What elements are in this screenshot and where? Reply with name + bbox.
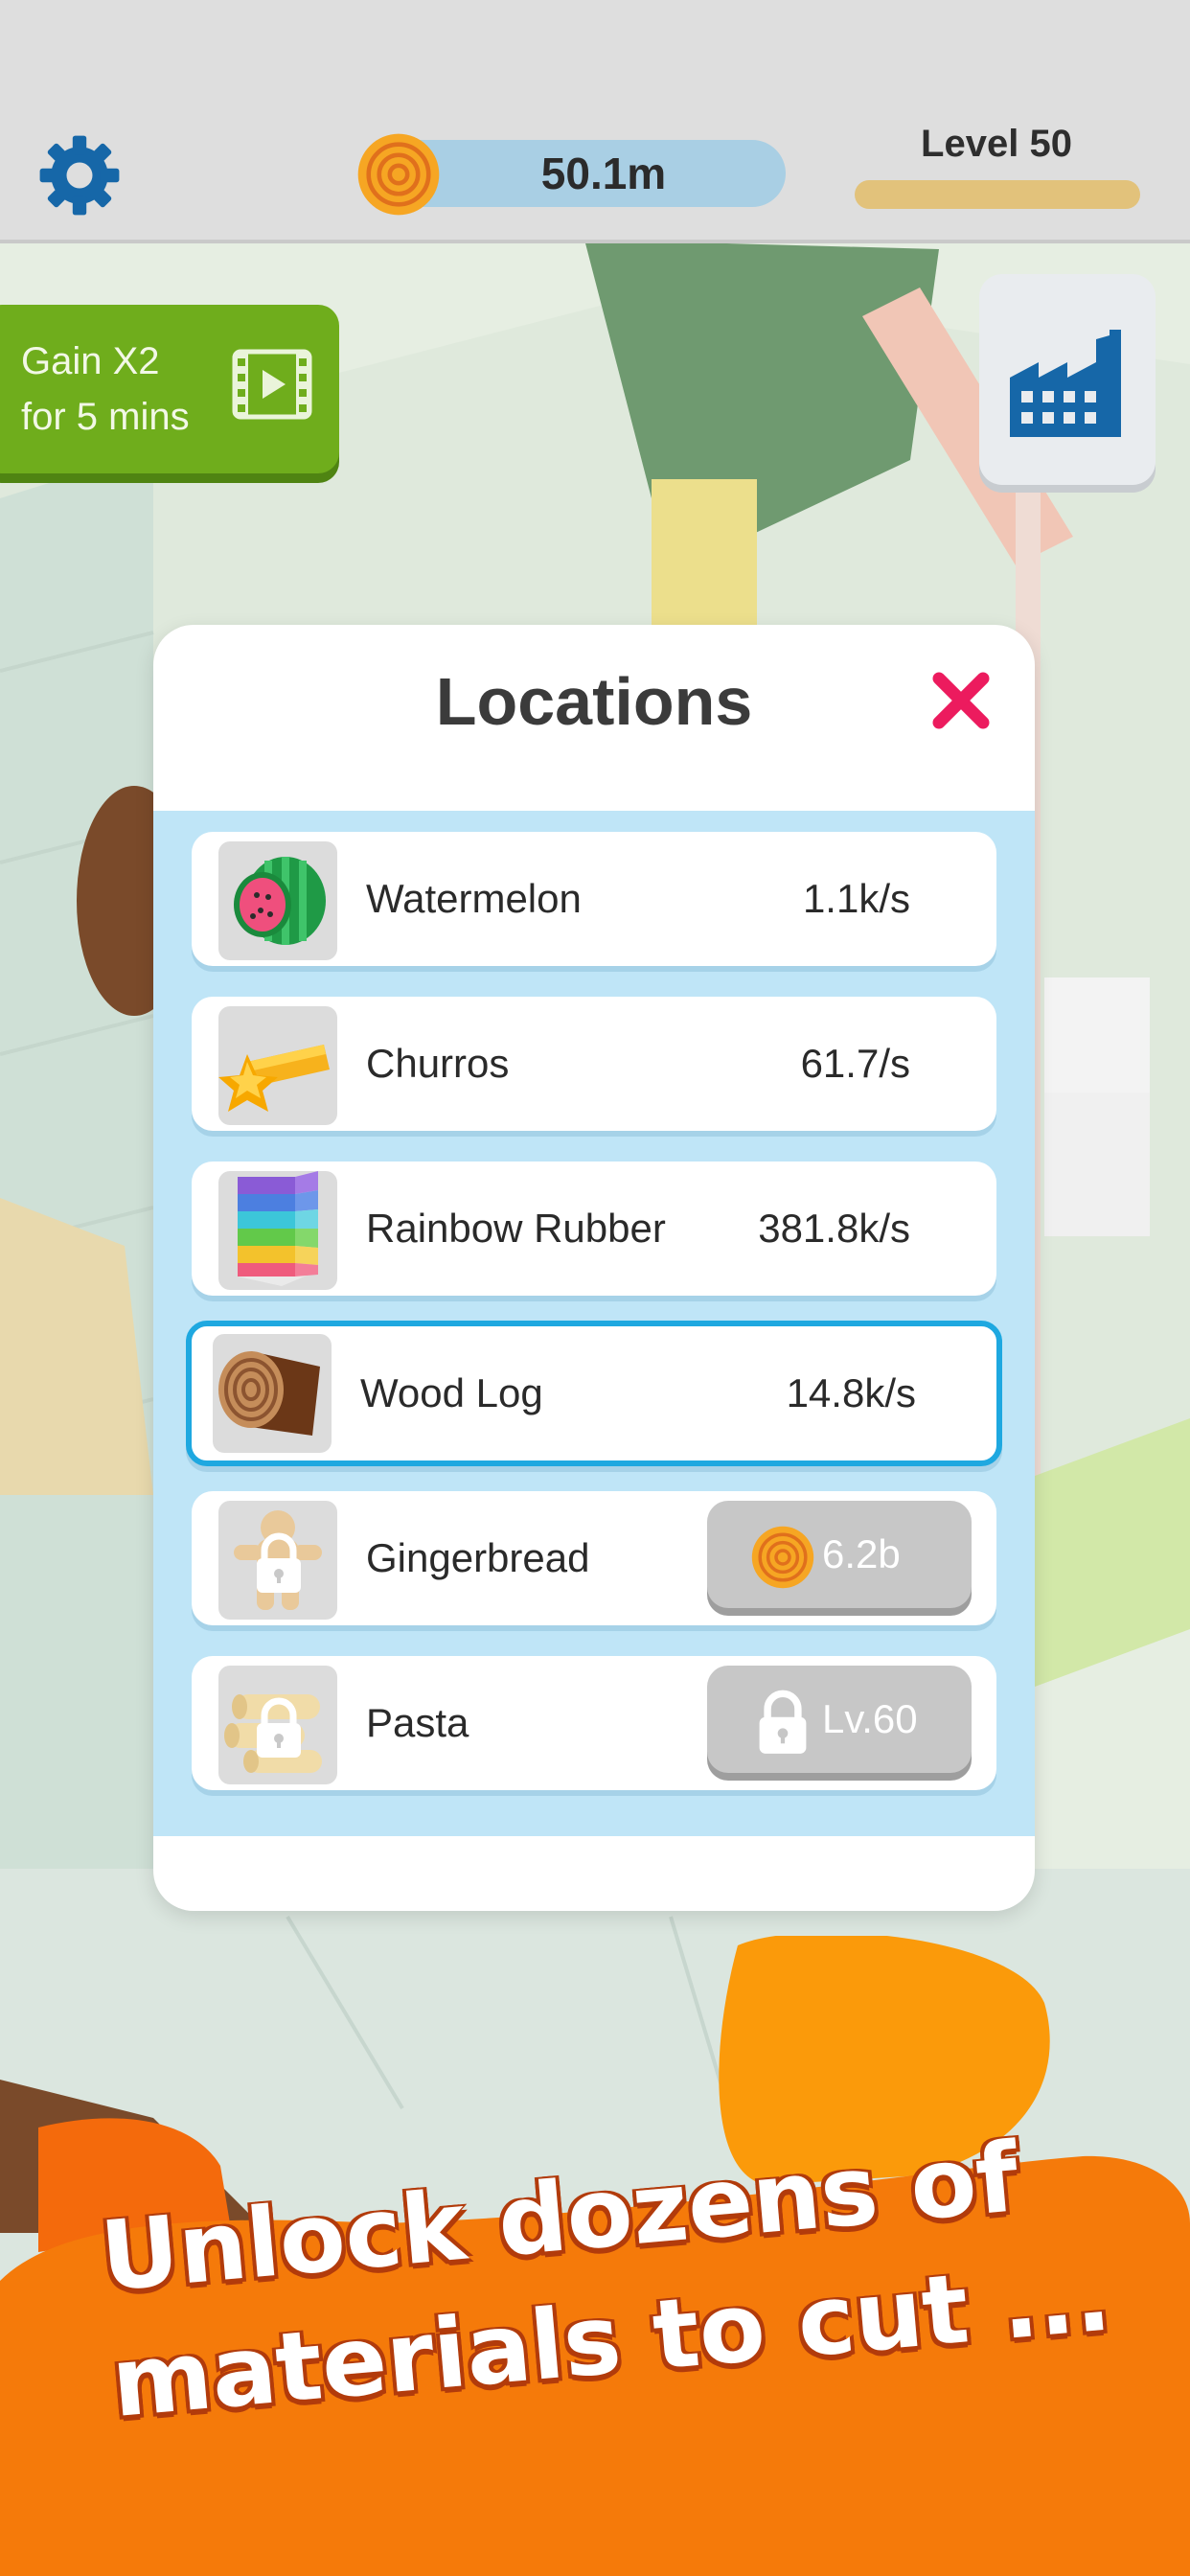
- location-rate: 381.8k/s: [758, 1206, 910, 1251]
- lock-icon: [257, 1697, 301, 1758]
- watermelon-icon: [234, 857, 326, 945]
- location-row-gingerbread[interactable]: Gingerbread 6.2b: [192, 1491, 996, 1625]
- unlock-level-button[interactable]: Lv.60: [707, 1666, 972, 1773]
- location-name: Gingerbread: [366, 1535, 590, 1580]
- gain-x2-button[interactable]: Gain X2 for 5 mins: [0, 305, 339, 473]
- factory-icon: [1010, 330, 1121, 437]
- location-row-pasta[interactable]: Pasta Lv.60: [192, 1656, 996, 1790]
- modal-title: Locations: [435, 664, 753, 739]
- location-row-wrapper: Wood Log 14.8k/s: [153, 1321, 1035, 1466]
- video-ad-icon: [232, 349, 312, 420]
- close-icon[interactable]: [927, 667, 995, 734]
- location-name: Watermelon: [366, 876, 582, 921]
- gain-x2-line2: for 5 mins: [21, 396, 190, 438]
- location-thumb: [213, 1334, 332, 1453]
- lock-icon: [257, 1532, 301, 1593]
- location-thumb: [218, 1666, 337, 1784]
- top-hud: 50.1m Level 50: [0, 0, 1190, 243]
- gain-x2-line1: Gain X2: [21, 340, 160, 382]
- locations-list: Watermelon 1.1k/s Churros 61.7/s Rainbow…: [153, 811, 1035, 1836]
- level-progress-bar: [855, 180, 1140, 209]
- location-row-churros[interactable]: Churros 61.7/s: [192, 997, 996, 1131]
- location-name: Pasta: [366, 1700, 469, 1745]
- locations-modal: Locations Watermelon 1.1k/s Churros 61.7…: [153, 625, 1035, 1911]
- unlock-level-label: Lv.60: [822, 1696, 918, 1741]
- location-thumb: [218, 841, 337, 960]
- wood-coin-icon: [357, 133, 440, 216]
- location-thumb: [218, 1006, 337, 1125]
- location-row-watermelon[interactable]: Watermelon 1.1k/s: [192, 832, 996, 966]
- location-rate: 61.7/s: [800, 1041, 910, 1086]
- coin-balance: 50.1m: [540, 149, 667, 198]
- location-thumb: [218, 1501, 337, 1620]
- gear-icon[interactable]: [36, 132, 123, 218]
- location-rate: 14.8k/s: [786, 1370, 916, 1415]
- location-row-rainbow-rubber[interactable]: Rainbow Rubber 381.8k/s: [192, 1162, 996, 1296]
- location-name: Churros: [366, 1041, 510, 1086]
- unlock-price-label: 6.2b: [822, 1531, 901, 1576]
- location-rate: 1.1k/s: [802, 876, 910, 921]
- gain-x2-label: Gain X2 for 5 mins: [21, 334, 232, 445]
- rainbow-rubber-icon: [238, 1171, 318, 1286]
- churros-icon: [218, 1045, 330, 1112]
- level-label: Level 50: [921, 123, 1072, 165]
- location-row-wood-log[interactable]: Wood Log 14.8k/s: [186, 1321, 1002, 1466]
- wood-log-icon: [218, 1351, 320, 1436]
- location-name: Rainbow Rubber: [366, 1206, 666, 1251]
- factory-button[interactable]: [979, 274, 1156, 485]
- location-thumb: [218, 1171, 337, 1290]
- unlock-price-button[interactable]: 6.2b: [707, 1501, 972, 1608]
- location-name: Wood Log: [360, 1370, 543, 1415]
- lock-icon: [759, 1690, 807, 1754]
- wood-coin-icon: [751, 1526, 814, 1589]
